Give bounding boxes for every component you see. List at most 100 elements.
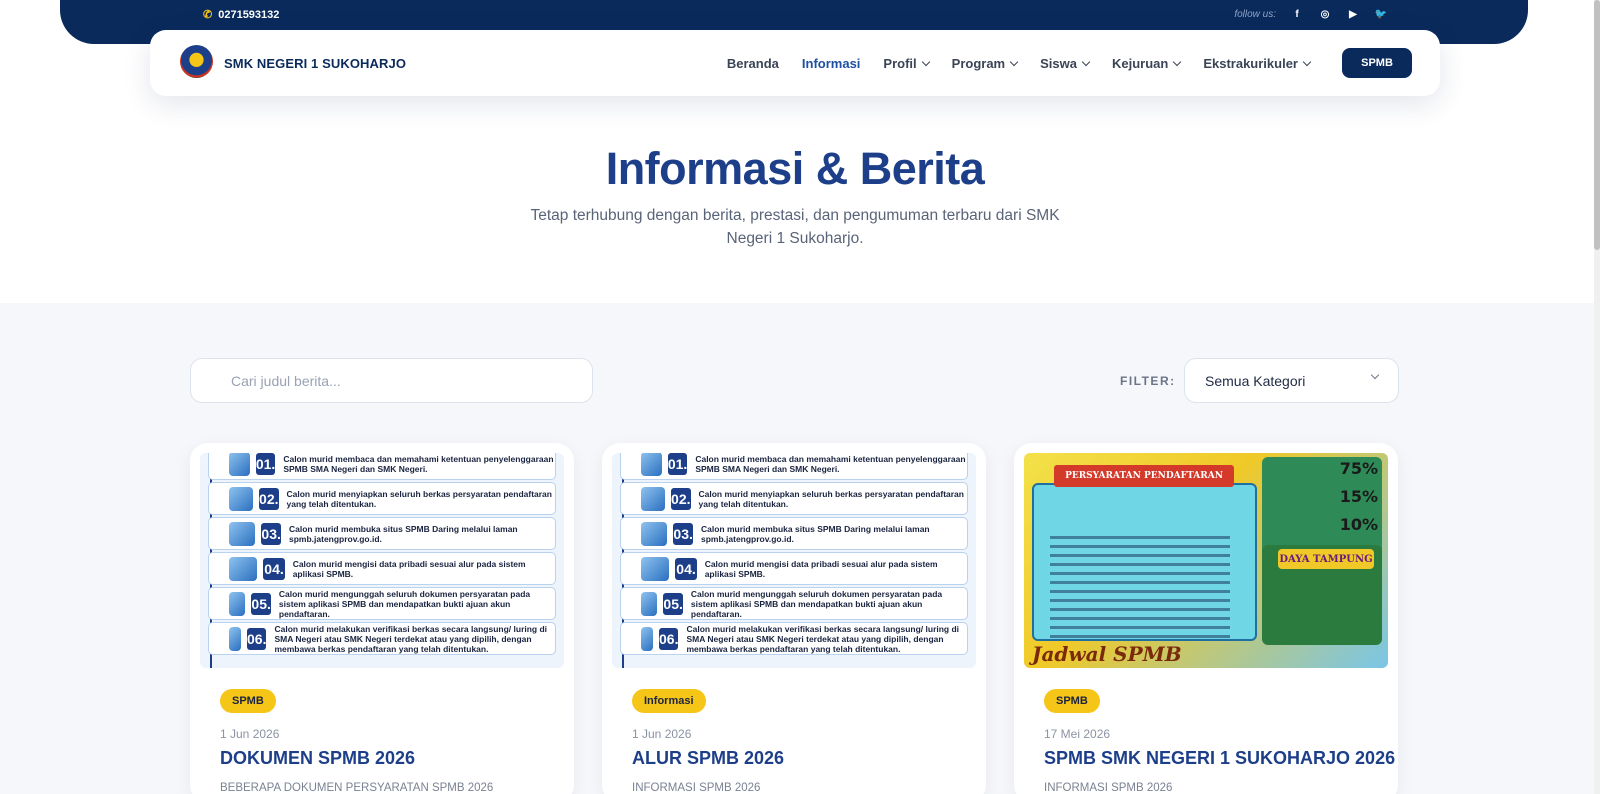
poster-daya-tampung: DAYA TAMPUNG — [1278, 549, 1374, 569]
page-subtitle: Tetap terhubung dengan berita, prestasi,… — [530, 207, 1060, 247]
brand-name[interactable]: SMK NEGERI 1 SUKOHARJO — [224, 56, 406, 71]
nav-label: Beranda — [726, 56, 779, 71]
step-illustration-icon — [641, 453, 662, 476]
poster-percent: 75% — [1339, 459, 1378, 478]
form-icon — [641, 556, 670, 581]
poster-heading: PERSYARATAN PENDAFTARAN — [1054, 465, 1234, 487]
step-item: 03. Calon murid membuka situs SPMB Daring… — [208, 517, 556, 550]
nav-label: Profil — [883, 56, 917, 71]
globe-icon — [229, 521, 256, 546]
chevron-down-icon — [1370, 370, 1380, 380]
card-thumbnail: 01. Calon murid membaca dan memahami kete… — [612, 453, 976, 668]
post-excerpt: INFORMASI SPMB 2026 — [632, 782, 761, 794]
step-number: 02. — [671, 487, 691, 510]
step-item: 02. Calon murid menyiapkan seluruh berkas… — [620, 482, 968, 515]
step-number: 02. — [259, 487, 279, 510]
phone-number: 0271593132 — [218, 8, 280, 21]
nav-program[interactable]: Program — [951, 56, 1019, 71]
post-title[interactable]: DOKUMEN SPMB 2026 — [220, 748, 415, 769]
news-card[interactable]: 01. Calon murid membaca dan memahami kete… — [602, 443, 986, 794]
scrollbar-thumb[interactable] — [1594, 0, 1600, 250]
poster-panel — [1032, 483, 1257, 641]
chevron-down-icon — [1173, 57, 1182, 66]
post-title[interactable]: ALUR SPMB 2026 — [632, 748, 784, 769]
step-item: 02. Calon murid menyiapkan seluruh berkas… — [208, 482, 556, 515]
step-text: Calon murid menyiapkan seluruh berkas pe… — [286, 488, 552, 509]
nav-ekstrakurikuler[interactable]: Ekstrakurikuler — [1203, 56, 1312, 71]
youtube-icon[interactable]: ▶ — [1346, 7, 1360, 21]
step-text: Calon murid mengunggah seluruh dokumen p… — [690, 588, 943, 619]
step-item: 04. Calon murid mengisi data pribadi sesu… — [208, 552, 556, 585]
folder-icon — [229, 486, 254, 511]
poster-percent: 10% — [1339, 515, 1378, 534]
step-item: 01. Calon murid membaca dan memahami kete… — [620, 453, 968, 480]
news-card[interactable]: PERSYARATAN PENDAFTARAN 75% 15% 10% DAYA… — [1014, 443, 1398, 794]
news-section: FILTER: Semua Kategori 01. Calon murid me… — [0, 303, 1600, 794]
step-number: 06. — [659, 627, 679, 650]
page-title: Informasi & Berita — [605, 143, 985, 194]
category-badge[interactable]: SPMB — [220, 689, 276, 713]
card-thumbnail: 01. Calon murid membaca dan memahami kete… — [200, 453, 564, 668]
school-logo[interactable] — [180, 45, 213, 78]
form-icon — [229, 556, 258, 581]
category-badge[interactable]: SPMB — [1044, 689, 1100, 713]
post-title[interactable]: SPMB SMK NEGERI 1 SUKOHARJO 2026 — [1044, 748, 1395, 769]
folder-icon — [641, 486, 666, 511]
school-building-icon — [229, 626, 241, 651]
category-badge[interactable]: Informasi — [632, 689, 706, 713]
step-number: 06. — [247, 627, 267, 650]
post-excerpt: BEBERAPA DOKUMEN PERSYARATAN SPMB 2026 — [220, 782, 494, 794]
phone-contact[interactable]: ✆ 0271593132 — [203, 8, 280, 22]
step-text: Calon murid menyiapkan seluruh berkas pe… — [698, 488, 964, 509]
post-date: 17 Mei 2026 — [1044, 727, 1111, 741]
social-links: follow us: f ◎ ▶ 🐦 — [1234, 7, 1388, 21]
post-date: 1 Jun 2026 — [220, 727, 280, 741]
step-number: 03. — [673, 522, 693, 545]
follow-label: follow us: — [1234, 8, 1276, 20]
instagram-icon[interactable]: ◎ — [1318, 7, 1332, 21]
nav-beranda[interactable]: Beranda — [727, 56, 779, 71]
step-item: 05. Calon murid mengunggah seluruh dokume… — [208, 587, 556, 620]
school-building-icon — [641, 626, 653, 651]
category-select[interactable]: Semua Kategori — [1184, 358, 1399, 403]
step-text: Calon murid membuka situs SPMB Daring me… — [289, 523, 518, 544]
globe-icon — [641, 521, 668, 546]
filter-label: FILTER: — [1120, 374, 1176, 388]
category-value: Semua Kategori — [1205, 372, 1306, 389]
twitter-icon[interactable]: 🐦 — [1374, 7, 1388, 21]
main-navbar: SMK NEGERI 1 SUKOHARJO Beranda Informasi… — [150, 30, 1440, 96]
nav-label: Program — [951, 56, 1006, 71]
spmb-button[interactable]: SPMB — [1342, 48, 1412, 78]
upload-icon — [229, 591, 246, 616]
card-thumbnail: PERSYARATAN PENDAFTARAN 75% 15% 10% DAYA… — [1024, 453, 1388, 668]
step-item: 04. Calon murid mengisi data pribadi sesu… — [620, 552, 968, 585]
poster-jadwal: Jadwal SPMB — [1032, 642, 1182, 666]
nav-informasi[interactable]: Informasi — [802, 56, 861, 71]
page-scrollbar[interactable] — [1594, 0, 1600, 794]
step-text: Calon murid mengisi data pribadi sesuai … — [704, 558, 938, 579]
step-text: Calon murid membaca dan memahami ketentu… — [695, 453, 966, 474]
nav-label: Kejuruan — [1111, 56, 1169, 71]
chevron-down-icon — [1081, 57, 1091, 66]
step-number: 03. — [261, 522, 281, 545]
step-number: 04. — [675, 557, 697, 580]
search-input[interactable] — [190, 358, 593, 403]
poster-percent: 15% — [1339, 487, 1378, 506]
step-item: 05. Calon murid mengunggah seluruh dokume… — [620, 587, 968, 620]
nav-kejuruan[interactable]: Kejuruan — [1111, 56, 1182, 71]
step-text: Calon murid mengunggah seluruh dokumen p… — [278, 588, 531, 619]
nav-menu: Beranda Informasi Profil Program Siswa K… — [727, 56, 1312, 71]
chevron-down-icon — [921, 57, 930, 66]
nav-siswa[interactable]: Siswa — [1040, 56, 1091, 71]
chevron-down-icon — [1302, 57, 1312, 66]
post-excerpt: INFORMASI SPMB 2026 — [1044, 782, 1173, 794]
step-number: 04. — [263, 557, 285, 580]
step-item: 06. Calon murid melakukan verifikasi berk… — [208, 622, 556, 655]
step-text: Calon murid membuka situs SPMB Daring me… — [701, 523, 930, 544]
news-card[interactable]: 01. Calon murid membaca dan memahami kete… — [190, 443, 574, 794]
step-text: Calon murid mengisi data pribadi sesuai … — [292, 558, 526, 579]
facebook-icon[interactable]: f — [1290, 7, 1304, 21]
nav-profil[interactable]: Profil — [883, 56, 930, 71]
nav-label: Informasi — [801, 56, 861, 71]
step-text: Calon murid membaca dan memahami ketentu… — [283, 453, 554, 474]
